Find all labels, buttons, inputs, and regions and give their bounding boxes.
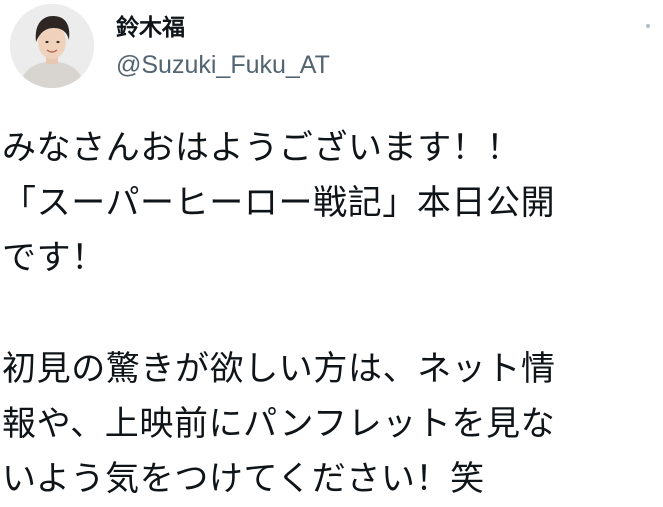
tweet-line: いよう気をつけてください！笑 (2, 459, 485, 500)
user-handle[interactable]: @Suzuki_Fuku_AT (116, 50, 330, 80)
tweet-text: みなさんおはようございます！！ 「スーパーヒーロー戦記」本日公開 です！ 初見の… (2, 121, 662, 507)
tweet-line: みなさんおはようございます！！ (2, 128, 521, 168)
more-options-icon[interactable] (640, 18, 656, 34)
tweet-line: です！ (2, 238, 106, 279)
tweet-line: 報や、上映前にパンフレットを見な (2, 403, 556, 444)
profile-photo-icon (10, 4, 94, 88)
avatar[interactable] (10, 4, 94, 88)
tweet-line: 初見の驚きが欲しい方は、ネット情 (2, 348, 556, 389)
tweet: 鈴木福 @Suzuki_Fuku_AT みなさんおはようございます！！ 「スーパ… (0, 0, 663, 503)
more-options-dot (646, 24, 650, 28)
display-name[interactable]: 鈴木福 (116, 14, 185, 42)
tweet-line: 「スーパーヒーロー戦記」本日公開 (2, 183, 556, 224)
